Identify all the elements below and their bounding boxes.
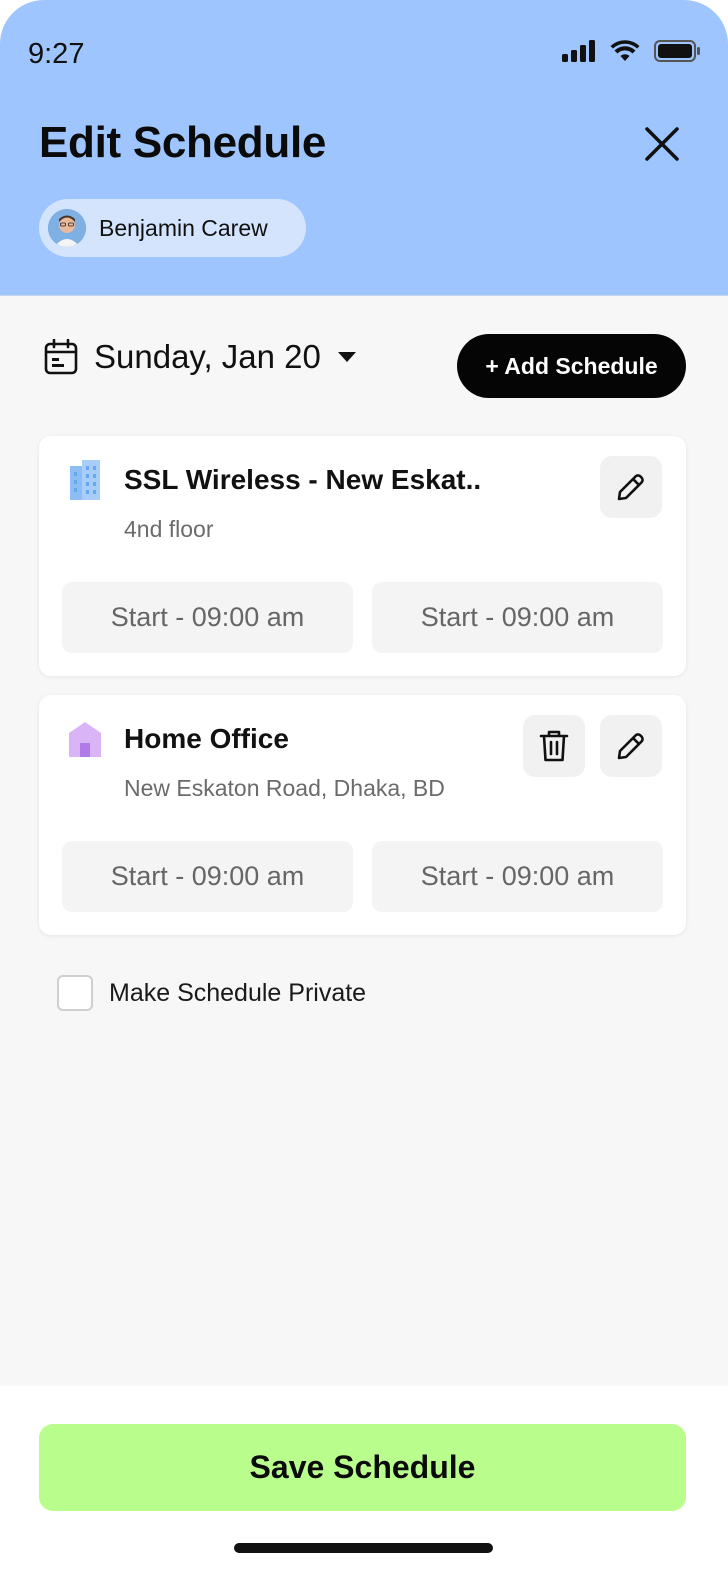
- schedule-subtitle: 4nd floor: [124, 516, 214, 542]
- trash-icon: [539, 730, 569, 762]
- schedule-title: SSL Wireless - New Eskat..: [124, 464, 482, 495]
- status-icons: [562, 40, 700, 62]
- start-time-button[interactable]: Start - 09:00 am: [62, 582, 353, 653]
- pencil-icon: [617, 733, 644, 760]
- date-selector[interactable]: Sunday, Jan 20: [44, 338, 357, 376]
- wifi-icon: [610, 40, 640, 61]
- close-button[interactable]: [638, 120, 686, 168]
- calendar-icon: [44, 339, 78, 375]
- schedule-card: Home Office New Eskaton Road, Dhaka, BD …: [39, 695, 686, 935]
- header: 9:27 Edit Schedule Benjamin Carew: [0, 0, 728, 296]
- page-title: Edit Schedule: [39, 118, 327, 167]
- home-indicator[interactable]: [234, 1543, 493, 1553]
- start-time-button[interactable]: Start - 09:00 am: [62, 841, 353, 912]
- signal-icon: [562, 40, 595, 62]
- status-time: 9:27: [28, 38, 85, 70]
- user-name: Benjamin Carew: [99, 214, 268, 241]
- pencil-icon: [617, 474, 644, 501]
- schedule-title: Home Office: [124, 723, 289, 754]
- schedule-card: SSL Wireless - New Eskat.. 4nd floor Sta…: [39, 436, 686, 676]
- end-time-button[interactable]: Start - 09:00 am: [372, 582, 663, 653]
- schedule-subtitle: New Eskaton Road, Dhaka, BD: [124, 775, 445, 801]
- private-option[interactable]: Make Schedule Private: [57, 975, 366, 1011]
- private-checkbox[interactable]: [57, 975, 93, 1011]
- private-label: Make Schedule Private: [109, 978, 367, 1007]
- edit-button[interactable]: [600, 456, 662, 518]
- edit-button[interactable]: [600, 715, 662, 777]
- caret-down-icon: [337, 352, 356, 362]
- end-time-button[interactable]: Start - 09:00 am: [372, 841, 663, 912]
- home-icon: [69, 722, 101, 757]
- avatar: [48, 209, 86, 247]
- close-icon: [645, 127, 679, 161]
- date-label: Sunday, Jan 20: [94, 338, 321, 375]
- add-schedule-button[interactable]: + Add Schedule: [457, 334, 686, 398]
- save-schedule-button[interactable]: Save Schedule: [39, 1424, 686, 1511]
- building-icon: [70, 460, 100, 500]
- user-chip[interactable]: Benjamin Carew: [39, 199, 306, 257]
- delete-button[interactable]: [523, 715, 585, 777]
- phone-screen: 9:27 Edit Schedule Benjamin Carew Sunday…: [0, 0, 728, 1575]
- battery-icon: [654, 40, 700, 62]
